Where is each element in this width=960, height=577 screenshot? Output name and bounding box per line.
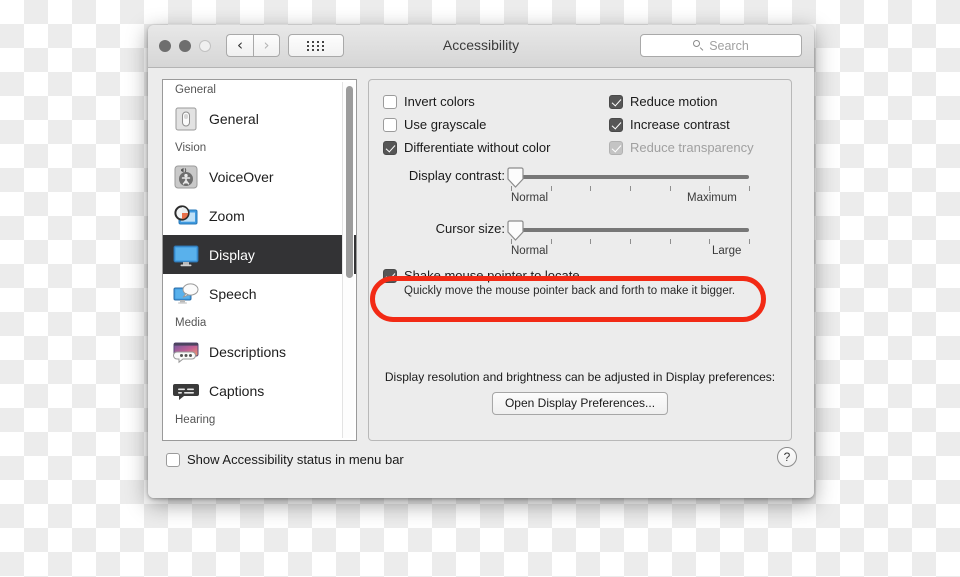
checkbox-increase-contrast[interactable]: Increase contrast <box>609 117 754 132</box>
sidebar-item-label: Descriptions <box>209 343 287 360</box>
search-input[interactable]: Search <box>640 34 802 57</box>
checkbox-box[interactable] <box>383 95 397 109</box>
sidebar-item-zoom[interactable]: Zoom <box>163 196 356 235</box>
sidebar-scrollbar-thumb[interactable] <box>345 86 353 278</box>
checkbox-box[interactable] <box>383 269 397 283</box>
help-button[interactable]: ? <box>777 447 797 467</box>
sidebar-scrollbar[interactable] <box>342 82 354 438</box>
checkbox-label: Reduce motion <box>630 94 718 109</box>
checkbox-label: Shake mouse pointer to locate <box>404 268 580 283</box>
checkbox-label: Reduce transparency <box>630 140 754 155</box>
slider-label: Cursor size: <box>435 221 505 236</box>
sidebar-item-label: Display <box>209 246 255 263</box>
checkbox-label: Use grayscale <box>404 117 487 132</box>
slider-label: Display contrast: <box>408 168 505 183</box>
voiceover-icon <box>172 163 200 191</box>
speech-bubble-monitor-icon <box>172 280 200 308</box>
shake-description: Quickly move the mouse pointer back and … <box>404 285 736 297</box>
category-sidebar[interactable]: General General Vision VoiceOver Zoom Di… <box>162 79 357 441</box>
checkbox-box <box>609 141 623 155</box>
slider-min-label: Normal <box>511 245 549 257</box>
sidebar-item-captions[interactable]: Captions <box>163 371 356 410</box>
checkbox-differentiate-without-color[interactable]: Differentiate without color <box>383 140 550 155</box>
slider-max-label: Maximum <box>687 192 737 204</box>
checkbox-reduce-transparency: Reduce transparency <box>609 140 754 155</box>
zoom-magnifier-icon <box>172 202 200 230</box>
shake-mouse-pointer-section: Shake mouse pointer to locate Quickly mo… <box>383 268 735 297</box>
question-mark-icon: ? <box>783 450 791 464</box>
general-switch-icon <box>172 105 200 133</box>
display-monitor-icon <box>172 241 200 269</box>
slider-max-label: Large <box>712 245 742 257</box>
slider-track[interactable] <box>511 175 749 179</box>
search-icon <box>693 40 704 51</box>
sidebar-group-header: Vision <box>175 142 207 154</box>
checkbox-label: Show Accessibility status in menu bar <box>187 452 404 467</box>
checkbox-box[interactable] <box>383 141 397 155</box>
checkbox-box[interactable] <box>609 95 623 109</box>
sidebar-item-voiceover[interactable]: VoiceOver <box>163 157 356 196</box>
open-display-preferences-button[interactable]: Open Display Preferences... <box>491 392 669 415</box>
window-body: General General Vision VoiceOver Zoom Di… <box>148 68 814 498</box>
sidebar-item-label: General <box>209 110 259 127</box>
slider-thumb[interactable] <box>507 220 524 241</box>
checkbox-shake-mouse-pointer[interactable]: Shake mouse pointer to locate <box>383 268 735 283</box>
checkbox-label: Invert colors <box>404 94 475 109</box>
sidebar-group-header: Media <box>175 317 207 329</box>
display-settings-panel: Invert colors Use grayscale Differentiat… <box>368 79 792 441</box>
captions-icon <box>172 377 200 405</box>
sidebar-item-label: Captions <box>209 382 265 399</box>
display-preferences-note: Display resolution and brightness can be… <box>384 370 776 384</box>
search-placeholder: Search <box>709 38 749 53</box>
checkbox-label: Differentiate without color <box>404 140 551 155</box>
checkbox-box[interactable] <box>383 118 397 132</box>
sidebar-group-header: Hearing <box>175 414 216 426</box>
checkbox-box[interactable] <box>166 453 180 467</box>
checkbox-invert-colors[interactable]: Invert colors <box>383 94 550 109</box>
display-options-left-column: Invert colors Use grayscale Differentiat… <box>383 94 550 155</box>
sidebar-item-speech[interactable]: Speech <box>163 274 356 313</box>
descriptions-icon <box>172 338 200 366</box>
sidebar-item-label: VoiceOver <box>209 168 274 185</box>
window-titlebar: ‹ › Accessibility Search <box>148 25 814 68</box>
checkbox-label: Increase contrast <box>630 117 730 132</box>
sidebar-item-descriptions[interactable]: Descriptions <box>163 332 356 371</box>
sidebar-item-label: Speech <box>209 285 257 302</box>
checkbox-box[interactable] <box>609 118 623 132</box>
sidebar-item-label: Zoom <box>209 207 245 224</box>
slider-track[interactable] <box>511 228 749 232</box>
sidebar-item-general[interactable]: General <box>163 99 356 138</box>
window-bottom-bar: Show Accessibility status in menu bar ? <box>148 441 814 498</box>
slider-min-label: Normal <box>511 192 549 204</box>
checkbox-use-grayscale[interactable]: Use grayscale <box>383 117 550 132</box>
sidebar-group-header: General <box>175 84 216 96</box>
sidebar-item-display[interactable]: Display <box>163 235 356 274</box>
checkbox-show-accessibility-status[interactable]: Show Accessibility status in menu bar <box>166 452 404 467</box>
slider-thumb[interactable] <box>507 167 524 188</box>
display-options-right-column: Reduce motion Increase contrast Reduce t… <box>609 94 754 155</box>
accessibility-preferences-window: ‹ › Accessibility Search General General… <box>148 25 814 498</box>
checkbox-reduce-motion[interactable]: Reduce motion <box>609 94 754 109</box>
